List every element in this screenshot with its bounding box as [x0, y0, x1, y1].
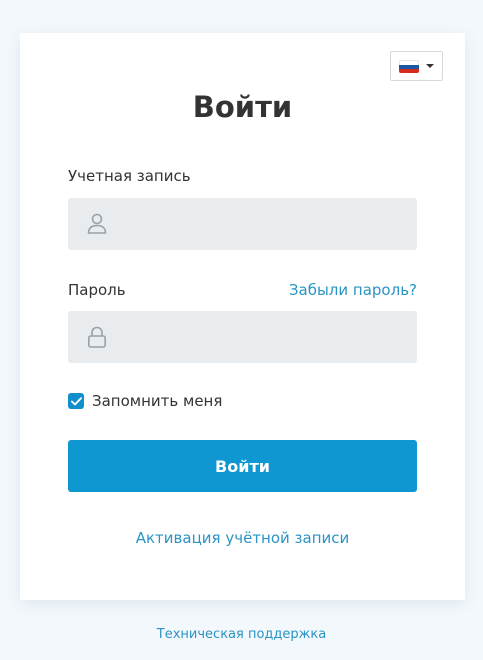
account-field[interactable]: [68, 198, 417, 252]
login-button[interactable]: Войти: [68, 440, 417, 492]
password-field[interactable]: [68, 311, 417, 365]
page-title: Войти: [192, 90, 293, 124]
checkmark-icon: [70, 396, 82, 405]
user-icon: [87, 213, 107, 234]
password-label: Пароль: [68, 281, 126, 299]
account-activation-link[interactable]: Активация учётной записи: [20, 528, 465, 548]
language-select[interactable]: [390, 51, 443, 81]
lock-icon: [87, 326, 106, 348]
password-input[interactable]: [118, 311, 412, 365]
checkbox-checked-icon[interactable]: [68, 393, 84, 409]
russia-flag-icon: [399, 59, 419, 73]
caret-down-icon: [426, 64, 434, 68]
tech-support-link[interactable]: Техническая поддержка: [0, 626, 483, 644]
forgot-password-link[interactable]: Забыли пароль?: [289, 280, 417, 300]
remember-me-label: Запомнить меня: [92, 392, 223, 410]
remember-me-checkbox[interactable]: Запомнить меня: [68, 391, 222, 411]
login-card: Войти Учетная запись Пароль Забыли парол…: [20, 33, 465, 600]
account-input[interactable]: [118, 198, 412, 252]
account-label: Учетная запись: [68, 167, 191, 185]
